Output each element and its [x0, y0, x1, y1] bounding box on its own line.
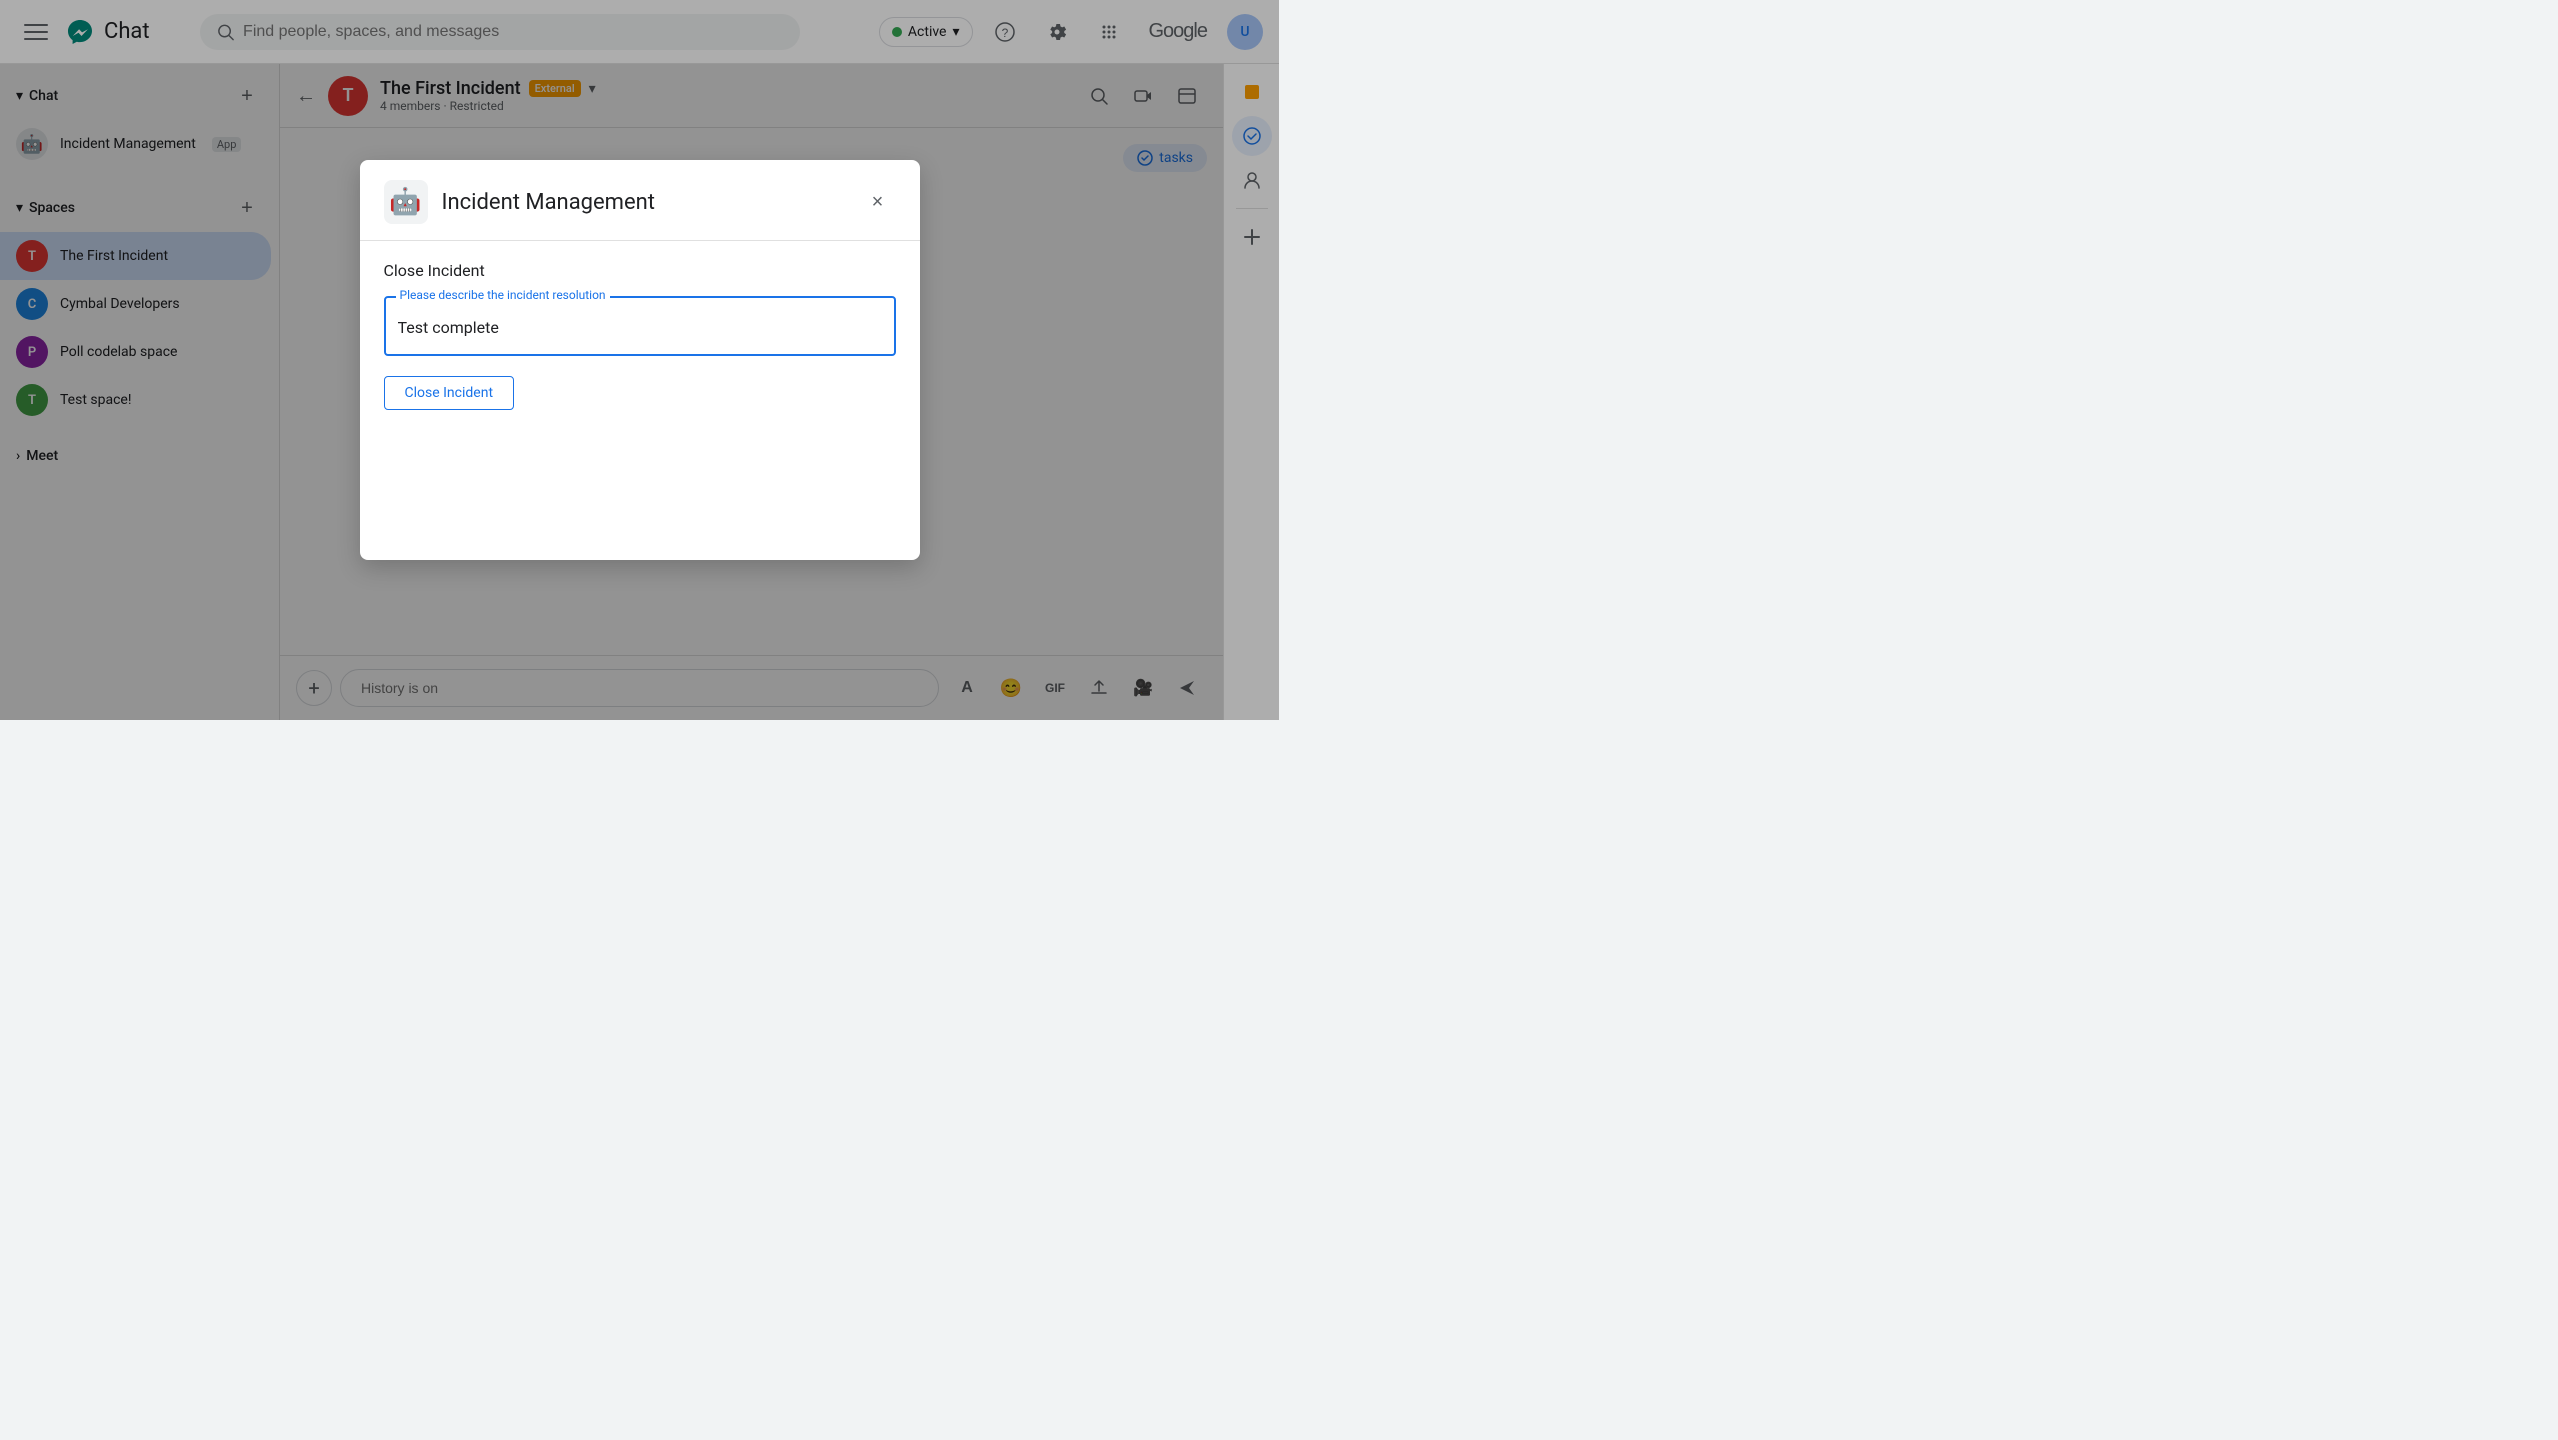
close-incident-button[interactable]: Close Incident	[384, 376, 515, 410]
modal-body: Close Incident Please describe the incid…	[360, 241, 920, 560]
modal-header: 🤖 Incident Management ×	[360, 160, 920, 241]
modal-title: Incident Management	[442, 190, 846, 215]
modal-overlay: 🤖 Incident Management × Close Incident P…	[0, 0, 1279, 720]
modal-icon: 🤖	[384, 180, 428, 224]
modal-close-button[interactable]: ×	[860, 184, 896, 220]
main-layout: ▾ Chat + 🤖 Incident Management App ▾ Spa…	[0, 64, 1279, 720]
incident-management-modal: 🤖 Incident Management × Close Incident P…	[360, 160, 920, 560]
resolution-input[interactable]	[398, 306, 882, 342]
fieldset-legend: Please describe the incident resolution	[396, 288, 610, 302]
resolution-fieldset: Please describe the incident resolution	[384, 296, 896, 356]
close-incident-label: Close Incident	[384, 261, 896, 280]
